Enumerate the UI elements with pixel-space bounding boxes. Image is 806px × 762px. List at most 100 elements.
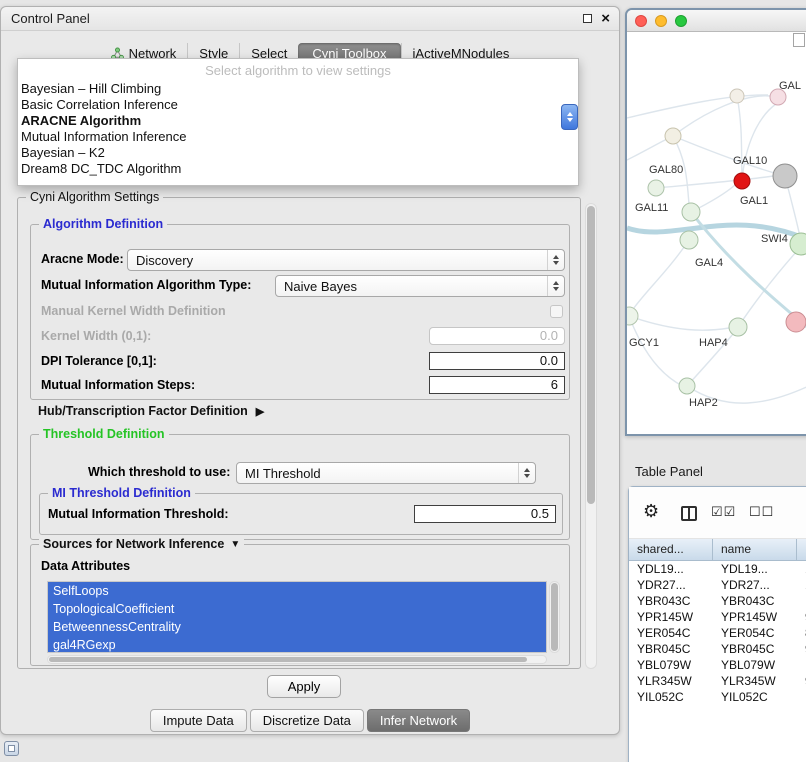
algorithm-option[interactable]: Basic Correlation Inference	[18, 97, 578, 113]
table-cell: YPR145W	[629, 609, 713, 625]
table-header-row: shared... name	[629, 539, 806, 561]
scrollbar-thumb[interactable]	[49, 657, 527, 662]
table-cell: 9.	[797, 673, 806, 689]
algorithm-option[interactable]: Mutual Information Inference	[18, 129, 578, 145]
data-attribute-item[interactable]: gal4RGexp	[48, 636, 546, 653]
gear-icon[interactable]: ⚙	[643, 501, 659, 522]
expanded-arrow-icon: ▼	[230, 539, 240, 550]
table-rows: YDL19...YDL19...13YDR27...YDR27...12YBR0…	[629, 561, 806, 762]
which-threshold-value: MI Threshold	[245, 466, 321, 481]
network-node[interactable]	[734, 173, 750, 189]
data-attributes-label: Data Attributes	[41, 559, 130, 573]
algorithm-combo-button-icon[interactable]	[561, 104, 578, 130]
mi-threshold-definition-title: MI Threshold Definition	[48, 486, 195, 500]
tab-discretize-data[interactable]: Discretize Data	[250, 709, 364, 732]
network-node[interactable]	[682, 203, 700, 221]
table-row[interactable]: YER054CYER054C8.	[629, 625, 806, 641]
attributes-vertical-scrollbar[interactable]	[549, 581, 560, 653]
sources-title[interactable]: Sources for Network Inference ▼	[39, 537, 244, 551]
network-node[interactable]	[680, 231, 698, 249]
cyni-algorithm-settings-group: Cyni Algorithm Settings Algorithm Defini…	[17, 197, 581, 669]
network-canvas[interactable]: GALGAL80GAL10GAL11GAL1SWI4GAL4GCY1HAP4HA…	[627, 32, 806, 434]
mi-threshold-field[interactable]: 0.5	[414, 505, 556, 523]
network-overview-box[interactable]	[793, 33, 805, 47]
sources-group: Sources for Network Inference ▼ Data Att…	[30, 544, 570, 666]
which-threshold-select[interactable]: MI Threshold	[236, 462, 536, 484]
column-header-name[interactable]: name	[713, 539, 797, 560]
kernel-width-field[interactable]: 0.0	[429, 327, 565, 345]
table-cell: YER054C	[713, 625, 797, 641]
data-attribute-item[interactable]: SelfLoops	[48, 582, 546, 600]
mi-algorithm-type-select[interactable]: Naive Bayes	[275, 275, 565, 297]
column-header-clipped[interactable]	[797, 539, 806, 560]
network-edges	[627, 95, 806, 403]
algorithm-option[interactable]: Bayesian – K2	[18, 145, 578, 161]
table-cell: YBL079W	[629, 657, 713, 673]
table-row[interactable]: YDL19...YDL19...13	[629, 561, 806, 577]
algorithm-option[interactable]: Bayesian – Hill Climbing	[18, 81, 578, 97]
minimize-traffic-light[interactable]	[655, 15, 667, 27]
algorithm-option[interactable]: Dream8 DC_TDC Algorithm	[18, 161, 578, 177]
algorithm-popup-list: Bayesian – Hill ClimbingBasic Correlatio…	[18, 81, 578, 177]
table-cell: YPR145W	[713, 609, 797, 625]
algorithm-popup-placeholder: Select algorithm to view settings	[18, 61, 578, 81]
combo-arrows-icon	[518, 463, 535, 483]
select-columns-icon[interactable]: ☑☑	[711, 504, 736, 520]
table-row[interactable]: YLR345WYLR345W9.	[629, 673, 806, 689]
deselect-columns-icon[interactable]: ☐☐	[749, 504, 774, 520]
table-row[interactable]: YDR27...YDR27...12	[629, 577, 806, 593]
table-panel-toolbar: ⚙ ☑☑ ☐☐	[629, 487, 806, 539]
data-attribute-item[interactable]: BetweennessCentrality	[48, 618, 546, 636]
table-panel-window: ⚙ ☑☑ ☐☐ shared... name YDL19...YDL19...1…	[628, 486, 806, 762]
table-cell: YBR043C	[713, 593, 797, 609]
network-node[interactable]	[729, 318, 747, 336]
hub-tf-definition-toggle[interactable]: Hub/Transcription Factor Definition▶	[38, 404, 264, 418]
attributes-horizontal-scrollbar[interactable]	[47, 655, 547, 664]
network-node[interactable]	[773, 164, 797, 188]
network-node[interactable]	[679, 378, 695, 394]
table-row[interactable]: YBL079WYBL079W	[629, 657, 806, 673]
algorithm-dropdown-popup: Select algorithm to view settings Bayesi…	[17, 58, 579, 186]
combo-arrows-icon	[547, 276, 564, 296]
dpi-tolerance-field[interactable]: 0.0	[429, 352, 565, 370]
data-attribute-item[interactable]: TopologicalCoefficient	[48, 600, 546, 618]
network-window-titlebar[interactable]	[627, 10, 806, 32]
table-row[interactable]: YBR043CYBR043C	[629, 593, 806, 609]
column-header-shared-name[interactable]: shared...	[629, 539, 713, 560]
table-cell	[797, 689, 806, 705]
threshold-definition-title: Threshold Definition	[39, 427, 169, 441]
scrollbar-thumb[interactable]	[587, 206, 595, 504]
table-cell: YBR043C	[629, 593, 713, 609]
mi-steps-label: Mutual Information Steps:	[41, 378, 195, 392]
algorithm-option[interactable]: ARACNE Algorithm	[18, 113, 578, 129]
table-row[interactable]: YIL052CYIL052C	[629, 689, 806, 705]
float-window-icon[interactable]	[583, 14, 592, 23]
minimized-panel-icon[interactable]	[4, 741, 19, 756]
control-panel-titlebar[interactable]: Control Panel ×	[1, 7, 619, 31]
network-node[interactable]	[786, 312, 806, 332]
desktop-background: Control Panel × Network Style Select Cyn…	[0, 0, 806, 762]
tab-infer-network[interactable]: Infer Network	[367, 709, 470, 732]
scrollbar-thumb[interactable]	[551, 583, 558, 651]
table-cell: 8.	[797, 625, 806, 641]
tab-impute-data[interactable]: Impute Data	[150, 709, 247, 732]
network-node[interactable]	[648, 180, 664, 196]
close-traffic-light[interactable]	[635, 15, 647, 27]
aracne-mode-select[interactable]: Discovery	[127, 249, 565, 271]
table-row[interactable]: YBR045CYBR045C9.	[629, 641, 806, 657]
columns-icon[interactable]	[681, 506, 697, 521]
network-node[interactable]	[730, 89, 744, 103]
settings-vertical-scrollbar[interactable]	[585, 203, 597, 669]
network-node-label: GAL1	[740, 195, 768, 207]
network-node[interactable]	[665, 128, 681, 144]
control-panel-title: Control Panel	[11, 11, 90, 26]
close-icon[interactable]: ×	[601, 13, 610, 24]
mi-steps-field[interactable]: 6	[429, 376, 565, 394]
manual-kernel-width-checkbox[interactable]	[550, 305, 563, 318]
table-row[interactable]: YPR145WYPR145W9.	[629, 609, 806, 625]
network-node-label: GCY1	[629, 337, 659, 349]
data-attributes-list[interactable]: SelfLoopsTopologicalCoefficientBetweenne…	[47, 581, 547, 653]
zoom-traffic-light[interactable]	[675, 15, 687, 27]
apply-button[interactable]: Apply	[267, 675, 341, 698]
network-node[interactable]	[627, 307, 638, 325]
